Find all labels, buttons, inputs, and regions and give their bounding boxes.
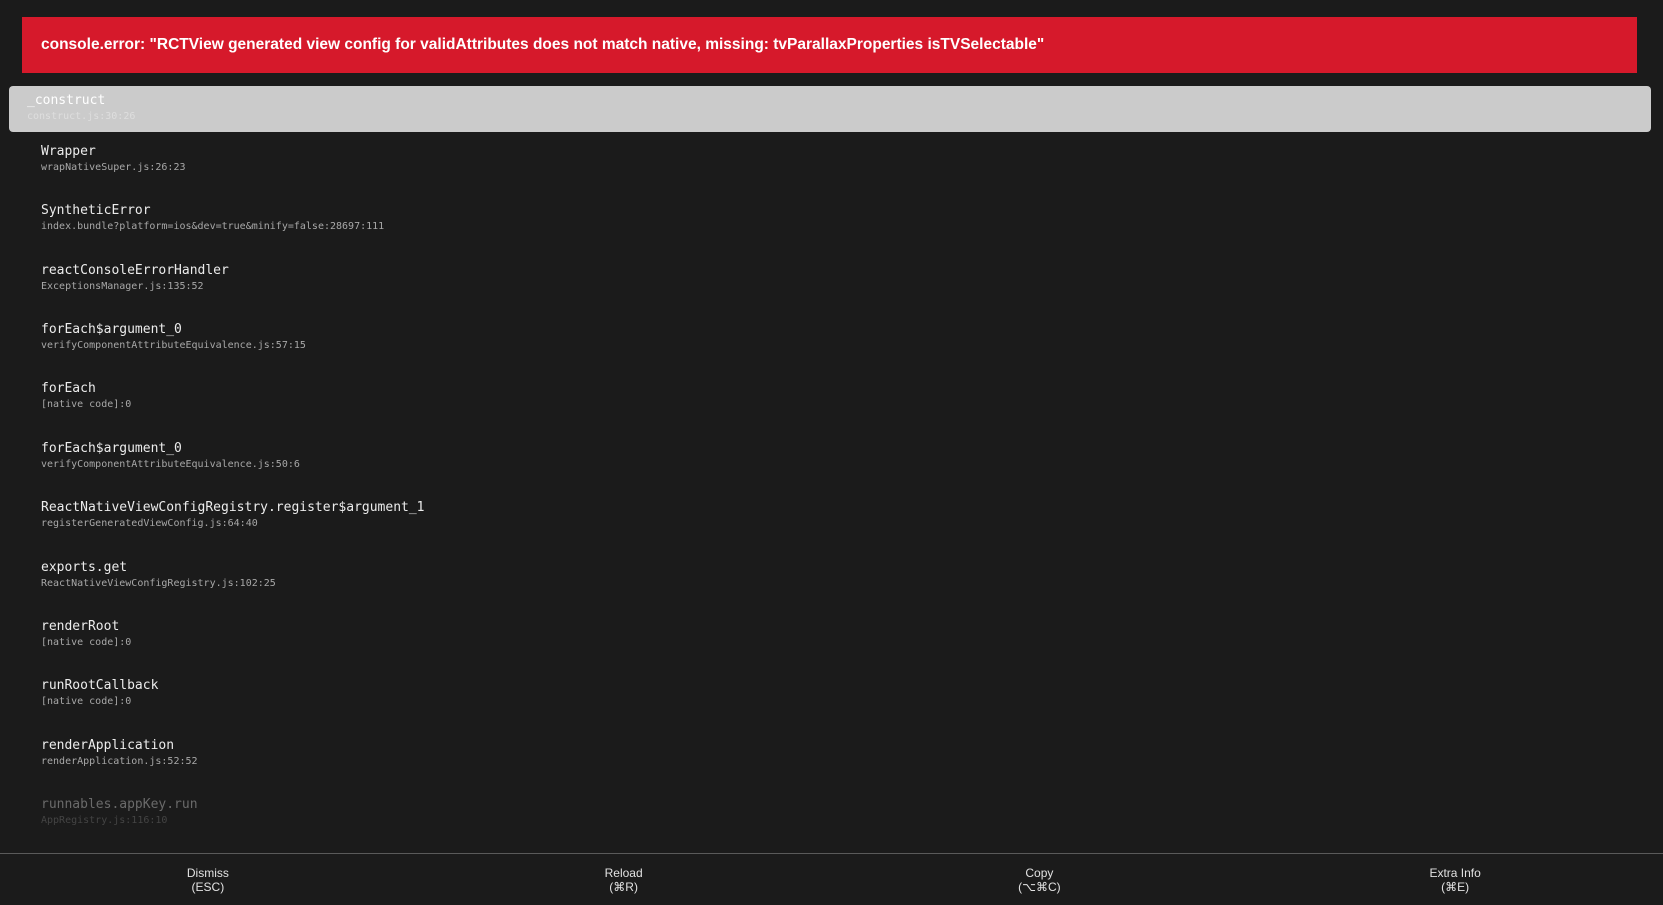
dismiss-shortcut: (ESC) — [191, 879, 225, 894]
stack-frame-function: runnables.appKey.run — [41, 797, 198, 812]
stack-frame[interactable]: runnables.appKey.run AppRegistry.js:116:… — [41, 797, 1541, 827]
stack-frame[interactable]: SyntheticError index.bundle?platform=ios… — [41, 203, 1541, 233]
action-bar: Dismiss (ESC) Reload (⌘R) Copy (⌥⌘C) Ext… — [0, 853, 1663, 905]
stack-frame[interactable]: renderRoot [native code]:0 — [41, 619, 1541, 649]
extra-info-label: Extra Info — [1429, 865, 1481, 880]
stack-frame-location: ExceptionsManager.js:135:52 — [41, 281, 204, 292]
stack-frame-function: reactConsoleErrorHandler — [41, 263, 229, 278]
stack-frame[interactable]: exports.get ReactNativeViewConfigRegistr… — [41, 560, 1541, 590]
reload-label: Reload — [604, 865, 643, 880]
stack-frame-function: _construct — [27, 93, 106, 108]
stack-frame-function: ReactNativeViewConfigRegistry.register$a… — [41, 500, 425, 515]
stack-frame-location: verifyComponentAttributeEquivalence.js:5… — [41, 340, 306, 351]
stack-frame-location: ReactNativeViewConfigRegistry.js:102:25 — [41, 578, 276, 589]
stack-frame-function: renderRoot — [41, 619, 120, 634]
stack-frame[interactable]: forEach$argument_0 verifyComponentAttrib… — [41, 441, 1541, 471]
extra-info-button[interactable]: Extra Info (⌘E) — [1247, 854, 1663, 905]
copy-label: Copy — [1025, 865, 1054, 880]
stack-frame-location: verifyComponentAttributeEquivalence.js:5… — [41, 459, 300, 470]
stack-frame-location: [native code]:0 — [41, 399, 132, 410]
stack-frame[interactable]: forEach [native code]:0 — [41, 381, 1541, 411]
stack-frame[interactable]: runRootCallback [native code]:0 — [41, 678, 1541, 708]
stack-frame-function: SyntheticError — [41, 203, 151, 218]
stack-frame-function: exports.get — [41, 560, 128, 575]
reload-button[interactable]: Reload (⌘R) — [416, 854, 832, 905]
stack-frame-function: forEach$argument_0 — [41, 441, 182, 456]
stack-frame-location: renderApplication.js:52:52 — [41, 756, 198, 767]
stack-frame[interactable]: ReactNativeViewConfigRegistry.register$a… — [41, 500, 1541, 530]
stack-frame-location: registerGeneratedViewConfig.js:64:40 — [41, 518, 258, 529]
stack-frame-function: forEach$argument_0 — [41, 322, 182, 337]
stack-frame-function: Wrapper — [41, 144, 96, 159]
copy-shortcut: (⌥⌘C) — [1018, 879, 1061, 894]
stack-frame[interactable]: forEach$argument_0 verifyComponentAttrib… — [41, 322, 1541, 352]
dismiss-button[interactable]: Dismiss (ESC) — [0, 854, 416, 905]
redbox-screen: console.error: "RCTView generated view c… — [0, 0, 1663, 905]
stack-frame[interactable]: Wrapper wrapNativeSuper.js:26:23 — [41, 144, 1541, 174]
stack-frame-function: runRootCallback — [41, 678, 159, 693]
stack-frame-selected[interactable]: _construct construct.js:30:26 — [9, 86, 1651, 132]
copy-button[interactable]: Copy (⌥⌘C) — [832, 854, 1248, 905]
reload-shortcut: (⌘R) — [609, 879, 638, 894]
stack-frame-location: wrapNativeSuper.js:26:23 — [41, 162, 186, 173]
stack-frame[interactable]: renderApplication renderApplication.js:5… — [41, 738, 1541, 768]
stack-trace-list[interactable]: _construct construct.js:30:26 Wrapper wr… — [0, 86, 1663, 852]
extra-info-shortcut: (⌘E) — [1441, 879, 1470, 894]
error-message-banner: console.error: "RCTView generated view c… — [22, 17, 1637, 73]
dismiss-label: Dismiss — [186, 865, 229, 880]
stack-frame-function: forEach — [41, 381, 96, 396]
stack-frame-location: construct.js:30:26 — [27, 111, 136, 122]
stack-frame-location: [native code]:0 — [41, 696, 132, 707]
stack-frame-location: index.bundle?platform=ios&dev=true&minif… — [41, 221, 385, 232]
error-message: console.error: "RCTView generated view c… — [41, 36, 1045, 53]
stack-frame[interactable]: reactConsoleErrorHandler ExceptionsManag… — [41, 263, 1541, 293]
stack-frame-function: renderApplication — [41, 738, 175, 753]
stack-frame-location: [native code]:0 — [41, 637, 132, 648]
stack-frame-location: AppRegistry.js:116:10 — [41, 815, 168, 826]
